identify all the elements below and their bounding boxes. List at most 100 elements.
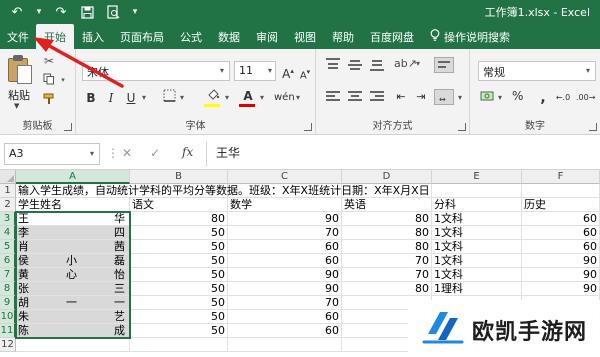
cell-c7[interactable]: 90 xyxy=(228,268,342,282)
cell-c4[interactable]: 70 xyxy=(228,226,342,240)
row-header-2[interactable]: 2 xyxy=(0,198,16,212)
bottom-align-icon[interactable] xyxy=(370,57,386,73)
number-launcher-icon[interactable] xyxy=(589,123,597,131)
cell-c10[interactable]: 60 xyxy=(228,310,342,324)
cell-c3[interactable]: 90 xyxy=(228,212,342,226)
cell-c9[interactable]: 70 xyxy=(228,296,342,310)
column-header-b[interactable]: B xyxy=(130,170,228,184)
cell-a5[interactable]: 肖茜 xyxy=(16,240,130,254)
orientation-icon[interactable]: ab↗ xyxy=(394,55,417,73)
copy-dropdown-icon[interactable]: ▾ xyxy=(56,73,70,87)
cell-b9[interactable]: 50 xyxy=(130,296,228,310)
format-painter-icon[interactable] xyxy=(42,93,56,107)
row-header-3[interactable]: 3 xyxy=(0,212,16,226)
font-color-icon[interactable]: A xyxy=(239,87,257,105)
row-header-8[interactable]: 8 xyxy=(0,282,16,296)
insert-function-button[interactable]: fx xyxy=(182,145,193,159)
increase-decimal-icon[interactable]: ←.0 xyxy=(554,89,572,107)
column-header-c[interactable]: C xyxy=(228,170,342,184)
cell-d8[interactable]: 80 xyxy=(342,282,432,296)
alignment-launcher-icon[interactable] xyxy=(458,123,466,131)
tab-formulas[interactable]: 公式 xyxy=(172,24,210,49)
borders-dropdown-icon[interactable]: ▾ xyxy=(176,88,188,108)
cell-f4[interactable]: 60 xyxy=(522,226,600,240)
font-name-select[interactable]: 宋体 xyxy=(82,61,230,81)
tab-insert[interactable]: 插入 xyxy=(74,24,112,49)
cell-b12[interactable] xyxy=(130,338,228,352)
align-left-icon[interactable] xyxy=(326,89,342,105)
tab-help[interactable]: 帮助 xyxy=(324,24,362,49)
cell-a3[interactable]: 王华 xyxy=(16,212,130,226)
percent-style-button[interactable]: % xyxy=(512,89,523,103)
tell-me-search[interactable]: 操作说明搜索 xyxy=(422,24,518,49)
cell-c8[interactable]: 90 xyxy=(228,282,342,296)
italic-button[interactable]: I xyxy=(102,89,120,107)
cell-e4[interactable]: 1文科 xyxy=(432,226,522,240)
cell-c11[interactable]: 60 xyxy=(228,324,342,338)
cell-b4[interactable]: 50 xyxy=(130,226,228,240)
align-center-icon[interactable] xyxy=(348,89,364,105)
row-header-6[interactable]: 6 xyxy=(0,254,16,268)
decrease-font-icon[interactable]: A▾ xyxy=(296,63,314,81)
tab-page-layout[interactable]: 页面布局 xyxy=(112,24,172,49)
cell-a10[interactable]: 朱艺 xyxy=(16,310,130,324)
tab-view[interactable]: 视图 xyxy=(286,24,324,49)
cell-a4[interactable]: 李四 xyxy=(16,226,130,240)
cell-e1[interactable] xyxy=(432,184,522,198)
cell-e7[interactable]: 1文科 xyxy=(432,268,522,282)
row-header-9[interactable]: 9 xyxy=(0,296,16,310)
cell-c6[interactable]: 60 xyxy=(228,254,342,268)
font-color-dropdown-icon[interactable]: ▾ xyxy=(256,88,268,108)
cell-b2[interactable]: 语文 xyxy=(130,198,228,212)
wrap-text-icon[interactable] xyxy=(434,57,454,73)
select-all-corner[interactable] xyxy=(0,170,16,184)
tab-data[interactable]: 数据 xyxy=(210,24,248,49)
cell-b3[interactable]: 80 xyxy=(130,212,228,226)
cell-b5[interactable]: 50 xyxy=(130,240,228,254)
middle-align-icon[interactable] xyxy=(348,57,364,73)
cell-d7[interactable]: 70 xyxy=(342,268,432,282)
row-header-12[interactable]: 12 xyxy=(0,338,16,352)
cancel-entry-icon[interactable]: ✕ xyxy=(122,146,132,160)
cell-e5[interactable]: 1文科 xyxy=(432,240,522,254)
row-header-7[interactable]: 7 xyxy=(0,268,16,282)
cell-f5[interactable]: 60 xyxy=(522,240,600,254)
number-format-dropdown-icon[interactable]: ▾ xyxy=(582,61,594,81)
cell-f2[interactable]: 历史 xyxy=(522,198,600,212)
decrease-indent-icon[interactable]: ⇤ xyxy=(392,88,410,106)
phonetic-guide-icon[interactable]: wén xyxy=(274,89,295,107)
accounting-dropdown-icon[interactable]: ▾ xyxy=(494,88,506,108)
top-align-icon[interactable] xyxy=(326,57,342,73)
column-header-e[interactable]: E xyxy=(432,170,522,184)
comma-style-icon[interactable]: , xyxy=(534,89,552,107)
cell-d4[interactable]: 80 xyxy=(342,226,432,240)
cell-a7[interactable]: 黄心怡 xyxy=(16,268,130,282)
fill-color-icon[interactable] xyxy=(204,87,222,105)
underline-dropdown-icon[interactable]: ▾ xyxy=(138,88,150,108)
tab-home[interactable]: 开始 xyxy=(36,24,74,49)
cell-a9[interactable]: 胡一一 xyxy=(16,296,130,310)
cell-f3[interactable]: 60 xyxy=(522,212,600,226)
row-header-11[interactable]: 11 xyxy=(0,324,16,338)
cell-d5[interactable]: 80 xyxy=(342,240,432,254)
font-name-dropdown-icon[interactable]: ▾ xyxy=(216,61,228,81)
column-header-f[interactable]: F xyxy=(522,170,600,184)
increase-indent-icon[interactable]: ⇥ xyxy=(412,88,430,106)
paste-icon[interactable] xyxy=(8,55,34,85)
cell-e2[interactable]: 分科 xyxy=(432,198,522,212)
cell-c2[interactable]: 数学 xyxy=(228,198,342,212)
cell-c12[interactable] xyxy=(228,338,342,352)
undo-icon[interactable]: ↶ xyxy=(8,3,26,21)
merge-center-icon[interactable]: ↔ xyxy=(434,89,454,105)
cell-b10[interactable]: 50 xyxy=(130,310,228,324)
tab-file[interactable]: 文件 xyxy=(0,24,36,49)
cut-icon[interactable]: ✂ xyxy=(42,54,56,68)
row-header-4[interactable]: 4 xyxy=(0,226,16,240)
orientation-dropdown-icon[interactable]: ▾ xyxy=(412,54,424,74)
enter-entry-icon[interactable]: ✓ xyxy=(150,146,160,160)
cell-b8[interactable]: 50 xyxy=(130,282,228,296)
row-header-1[interactable]: 1 xyxy=(0,184,16,198)
name-box[interactable]: A3 xyxy=(4,143,100,165)
cell-f1[interactable] xyxy=(522,184,600,198)
tab-baidu-netdisk[interactable]: 百度网盘 xyxy=(362,24,422,49)
